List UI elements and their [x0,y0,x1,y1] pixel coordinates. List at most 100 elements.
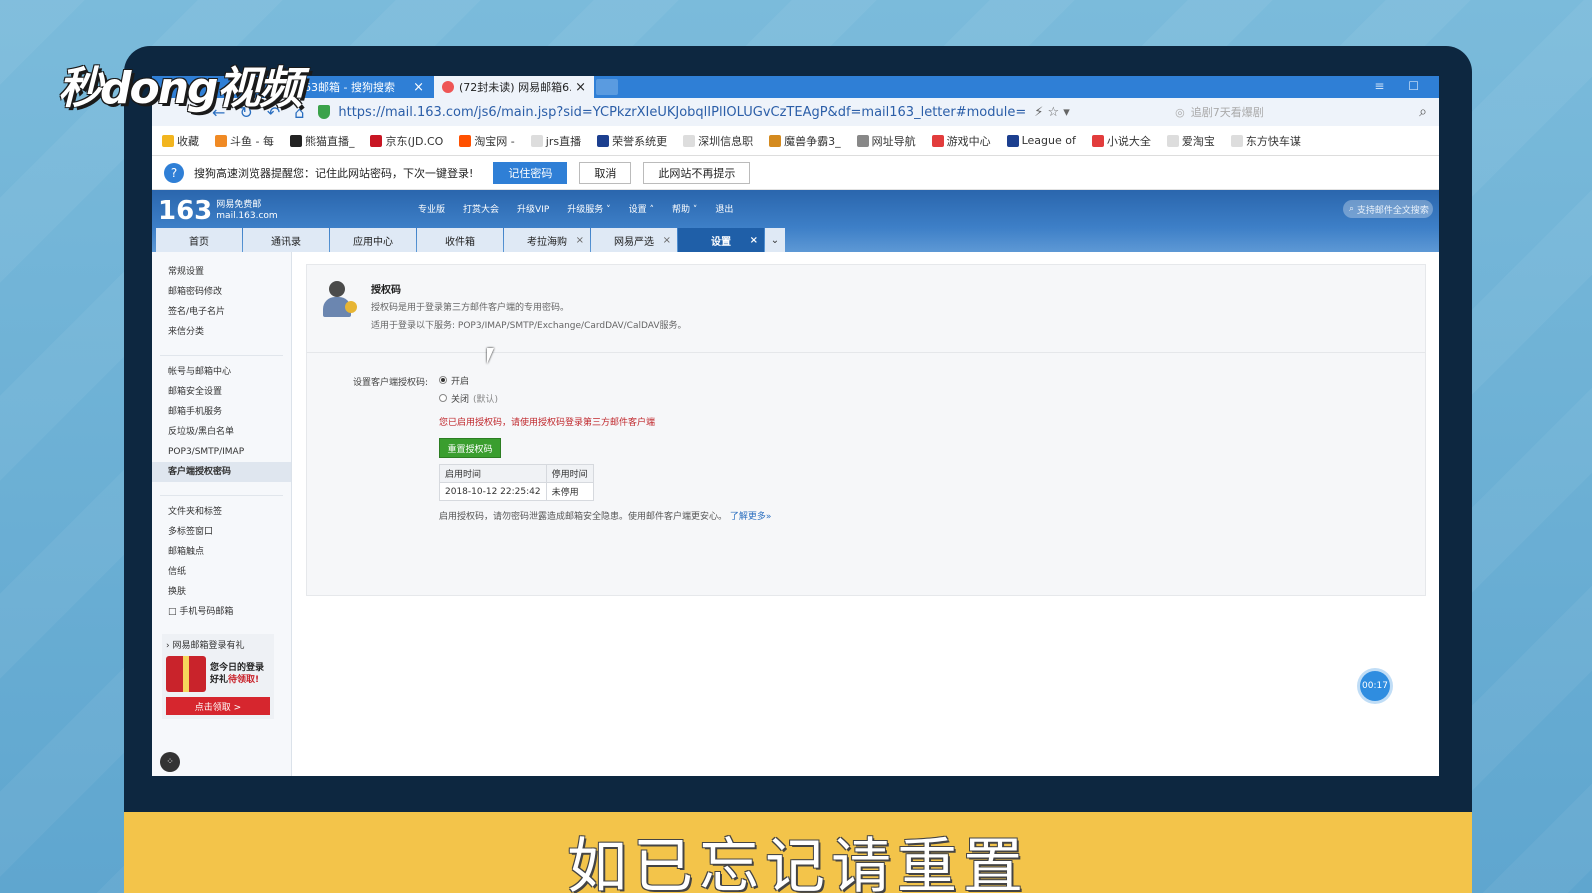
sidebar-item[interactable]: 换肤 [152,582,291,602]
close-icon[interactable]: × [750,235,758,246]
sidebar-item[interactable]: 签名/电子名片 [152,302,291,322]
apps-icon[interactable]: ⁘ [160,752,180,772]
bookmark-item[interactable]: 小说大全 [1091,133,1151,149]
bookmark-item[interactable]: 京东(JD.CO [370,133,443,149]
promo-title[interactable]: › 网易邮箱登录有礼 [166,638,270,651]
tab-settings[interactable]: 设置 × [678,228,764,252]
bookmark-item[interactable]: jrs直播 [530,133,581,149]
tab-strip: 163邮箱 - 搜狗搜索 × (72封未读) 网易邮箱6.0 × ≡ ☐ [152,76,1439,98]
url-text[interactable]: https://mail.163.com/js6/main.jsp?sid=YC… [338,105,1026,120]
tab-home[interactable]: 首页 [156,228,242,252]
sidebar-item[interactable]: 帐号与邮箱中心 [152,362,291,382]
user-key-icon [321,281,361,321]
search-icon[interactable]: ⌕ [1419,104,1427,120]
bookmark-item[interactable]: 荣誉系统更 [597,133,667,149]
sidebar-item[interactable]: 邮箱手机服务 [152,402,291,422]
mail-search-input[interactable]: ⌕ 支持邮件全文搜索 [1343,200,1433,218]
menu-item[interactable]: 打赏大会 [463,202,499,215]
tab-app-center[interactable]: 应用中心 [330,228,416,252]
auth-code-header: 授权码 授权码是用于登录第三方邮件客户端的专用密码。 适用于登录以下服务: PO… [307,265,1425,353]
tab-contacts[interactable]: 通讯录 [243,228,329,252]
menu-item[interactable]: 升级服务 ˅ [567,202,610,215]
close-icon[interactable]: × [576,235,584,246]
window-controls[interactable]: ≡ ☐ [1374,79,1429,93]
new-tab-button[interactable] [596,79,618,95]
menu-item[interactable]: 设置 ˄ [629,202,654,215]
address-bar[interactable]: https://mail.163.com/js6/main.jsp?sid=YC… [318,101,1151,123]
setting-label: 设置客户端授权码: [353,378,429,388]
auth-code-panel: 授权码 授权码是用于登录第三方邮件客户端的专用密码。 适用于登录以下服务: PO… [306,264,1426,596]
sidebar-item[interactable]: 多标签窗口 [152,522,291,542]
bookmark-item[interactable]: 熊猫直播_ [289,133,354,149]
menu-item[interactable]: 升级VIP [517,202,549,215]
radio-dot[interactable] [439,394,447,402]
claim-gift-button[interactable]: 点击领取 > [166,697,270,715]
navigation-bar: ← ↻ ↶ ⌂ https://mail.163.com/js6/main.js… [152,98,1439,126]
bookmark-item[interactable]: 深圳信息职 [683,133,753,149]
auth-footer-note: 启用授权码，请勿密码泄露造成邮箱安全隐患。使用邮件客户端更安心。 了解更多» [439,512,772,522]
password-save-prompt: ? 搜狗高速浏览器提醒您：记住此网站密码，下次一键登录! 记住密码 取消 此网站… [152,156,1439,190]
tab-label: (72封未读) 网易邮箱6.0 [459,81,572,94]
divider [160,342,283,356]
radio-enable[interactable]: 开启 [439,371,1425,389]
browser-search[interactable]: ◎ 追剧7天看爆剧 [1175,104,1405,120]
sidebar-item[interactable]: 反垃圾/黑白名单 [152,422,291,442]
menu-item[interactable]: 帮助 ˅ [672,202,697,215]
menu-item[interactable]: 退出 [715,202,733,215]
auth-code-services: 适用于登录以下服务: POP3/IMAP/SMTP/Exchange/CardD… [371,321,687,331]
sidebar-item[interactable]: 邮箱密码修改 [152,282,291,302]
auth-code-title: 授权码 [371,285,401,296]
tab-kaola[interactable]: 考拉海购 × [504,228,590,252]
mail-top-menu: 专业版 打赏大会 升级VIP 升级服务 ˅ 设置 ˄ 帮助 ˅ 退出 [418,202,733,215]
close-icon[interactable]: × [413,80,424,95]
mouse-cursor-icon [487,348,494,364]
browser-tab-active[interactable]: (72封未读) 网易邮箱6.0 × [434,76,594,98]
close-icon[interactable]: × [663,235,671,246]
sidebar-item[interactable]: POP3/SMTP/IMAP [152,442,291,462]
mail-163-icon [442,81,454,93]
never-prompt-button[interactable]: 此网站不再提示 [643,161,751,184]
sidebar-item[interactable]: □ 手机号码邮箱 [152,602,291,622]
bookmark-item[interactable]: 淘宝网 - [459,133,515,149]
tab-yanxuan[interactable]: 网易严选 × [591,228,677,252]
mail-logo[interactable]: 163 网易免费邮 mail.163.com [158,196,278,226]
bookmark-item[interactable]: 斗鱼 - 每 [215,133,274,149]
close-icon[interactable]: × [575,80,586,95]
table-cell: 未停用 [545,482,594,501]
bookmark-item[interactable]: 魔兽争霸3_ [769,133,841,149]
sidebar-item-client-auth[interactable]: 客户端授权密码 [152,462,291,482]
bookmark-item[interactable]: 东方快车谋 [1230,133,1301,149]
promo-text: 您今日的登录 好礼待领取! [210,663,265,685]
sidebar-item[interactable]: 来信分类 [152,322,291,342]
sidebar-item[interactable]: 常规设置 [152,262,291,282]
sidebar-item[interactable]: 文件夹和标签 [152,502,291,522]
browser-window: 163邮箱 - 搜狗搜索 × (72封未读) 网易邮箱6.0 × ≡ ☐ ← ↻… [152,76,1439,776]
bookmark-item[interactable]: 爱淘宝 [1166,133,1215,149]
subtitle-bar: 如已忘记请重置 [124,812,1472,893]
reset-auth-code-button[interactable]: 重置授权码 [439,438,501,458]
auth-enabled-warning: 您已启用授权码，请使用授权码登录第三方邮件客户端 [439,418,656,428]
bookmark-star-icon[interactable]: ⚡ ☆ ▾ [1034,105,1070,120]
table-header: 停用时间 [545,464,594,483]
bookmark-item[interactable]: 游戏中心 [931,133,991,149]
radio-disable[interactable]: 关闭 (默认) [439,389,1425,407]
remember-password-button[interactable]: 记住密码 [493,161,568,184]
chevron-down-icon[interactable]: ⌄ [765,228,785,252]
bookmark-item[interactable]: 网址导航 [856,133,916,149]
bookmark-item[interactable]: League of [1006,134,1076,147]
bookmark-item[interactable]: 收藏 [162,133,199,149]
video-timer-badge: 00:17 [1360,671,1390,701]
radio-dot[interactable] [439,376,447,384]
menu-item[interactable]: 专业版 [418,202,445,215]
tab-inbox[interactable]: 收件箱 [417,228,503,252]
learn-more-link[interactable]: 了解更多» [730,512,772,522]
sidebar-item[interactable]: 邮箱安全设置 [152,382,291,402]
mail-header: 163 网易免费邮 mail.163.com 专业版 打赏大会 升级VIP 升级服… [152,190,1439,252]
settings-sidebar: 常规设置 邮箱密码修改 签名/电子名片 来信分类 帐号与邮箱中心 邮箱安全设置 … [152,252,292,776]
auth-radio-group: 开启 关闭 (默认) [439,371,1425,407]
sidebar-item[interactable]: 邮箱触点 [152,542,291,562]
sidebar-item[interactable]: 信纸 [152,562,291,582]
divider [160,482,283,496]
login-gift-promo: › 网易邮箱登录有礼 您今日的登录 好礼待领取! 点击领取 > [162,634,274,719]
cancel-button[interactable]: 取消 [579,161,632,184]
